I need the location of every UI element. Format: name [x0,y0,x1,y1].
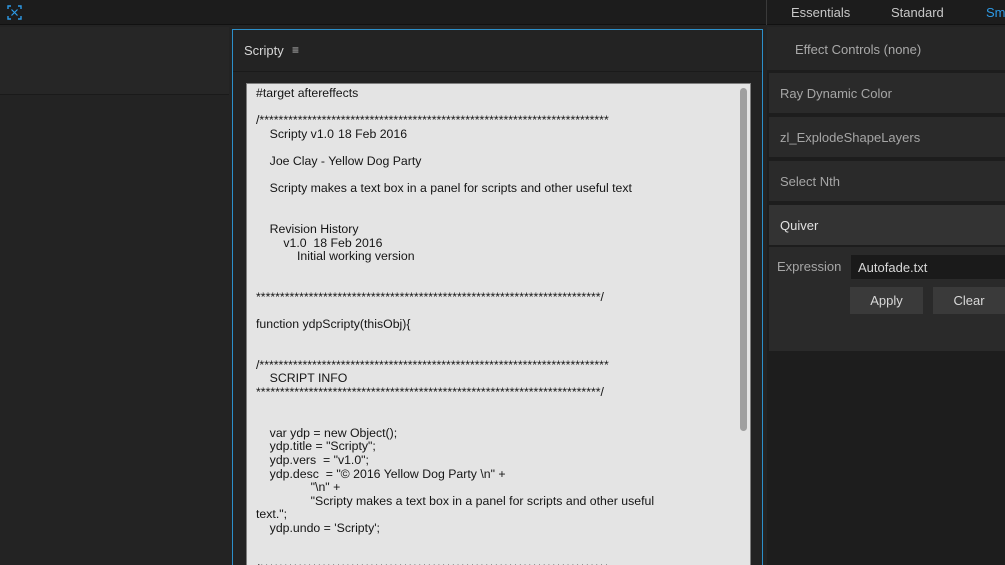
script-item-label: Select Nth [780,174,840,189]
workspace-tab-essentials[interactable]: Essentials [791,5,850,20]
effect-controls-title: Effect Controls (none) [795,42,922,57]
left-panel-header [0,27,229,95]
clear-button[interactable]: Clear [933,287,1005,314]
script-item-select-nth[interactable]: Select Nth [769,161,1005,201]
workspace-tab-standard[interactable]: Standard [891,5,944,20]
script-item-quiver[interactable]: Quiver [769,205,1005,245]
workspace-bar: Essentials Standard Sma [0,0,1005,25]
script-item-label: Quiver [780,218,819,233]
expression-input[interactable] [851,255,1005,279]
left-panel [0,27,229,565]
composition-focus-icon[interactable] [7,5,22,20]
expression-field[interactable] [851,255,1005,279]
script-item-label: Ray Dynamic Color [780,86,892,101]
script-item-explode-shape-layers[interactable]: zl_ExplodeShapeLayers [769,117,1005,157]
script-text[interactable]: #target aftereffects /******************… [256,86,738,565]
script-item-ray-dynamic-color[interactable]: Ray Dynamic Color [769,73,1005,113]
workspace-divider [766,0,767,25]
workspace-tab-small-screen[interactable]: Sma [986,5,1005,20]
panel-title[interactable]: Scripty [244,43,284,58]
effect-controls-tab[interactable]: Effect Controls (none) [767,27,1005,70]
right-panel: Effect Controls (none) Ray Dynamic Color… [767,27,1005,565]
quiver-controls: Expression Apply Clear [769,247,1005,351]
panel-header-divider [233,71,762,72]
script-text-area[interactable]: #target aftereffects /******************… [246,83,751,565]
panel-menu-icon[interactable]: ≡ [292,43,299,57]
script-item-label: zl_ExplodeShapeLayers [780,130,921,145]
expression-label: Expression [777,259,842,274]
apply-button[interactable]: Apply [850,287,923,314]
scripty-panel: Scripty ≡ #target aftereffects /********… [232,29,763,565]
vertical-scrollbar[interactable] [740,88,747,431]
